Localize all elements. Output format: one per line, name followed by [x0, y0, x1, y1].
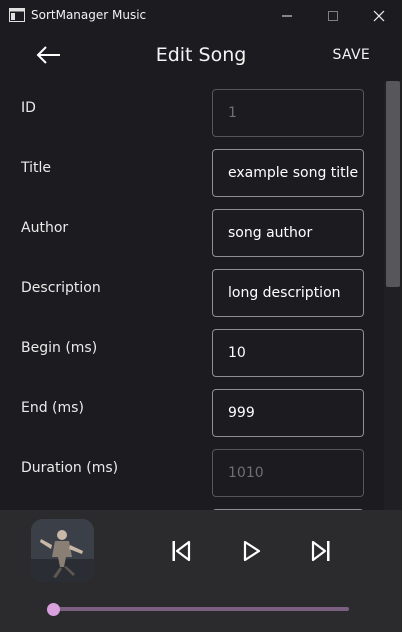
form-row-description: Description: [0, 261, 384, 317]
play-icon: [243, 540, 261, 562]
form-row-begin: Begin (ms): [0, 321, 384, 377]
title-field[interactable]: [212, 149, 364, 197]
form-row-id: ID: [0, 81, 384, 137]
previous-button[interactable]: [169, 538, 193, 564]
field-label: Title: [21, 160, 52, 176]
form-row-title: Title: [0, 141, 384, 197]
form-row-author: Author: [0, 201, 384, 257]
minimize-button[interactable]: [264, 0, 310, 31]
save-button[interactable]: SAVE: [333, 47, 370, 63]
close-button[interactable]: [356, 0, 402, 31]
field-label: Begin (ms): [21, 340, 98, 356]
field-label: End (ms): [21, 400, 84, 416]
app-bar: Edit Song SAVE: [0, 31, 402, 81]
seek-thumb[interactable]: [47, 603, 60, 616]
player-bar: [0, 510, 402, 632]
window-titlebar: SortManager Music: [0, 0, 402, 31]
maximize-icon: [328, 10, 338, 21]
skip-previous-icon: [172, 540, 191, 562]
description-field[interactable]: [212, 269, 364, 317]
window-title: SortManager Music: [31, 8, 147, 22]
id-field: [212, 89, 364, 137]
play-button[interactable]: [240, 538, 264, 564]
author-field[interactable]: [212, 209, 364, 257]
seek-track[interactable]: [53, 607, 349, 611]
close-icon: [373, 10, 385, 21]
field-label: Description: [21, 280, 101, 296]
begin-ms-field[interactable]: [212, 329, 364, 377]
duration-ms-field: [212, 449, 364, 497]
album-art[interactable]: [31, 519, 94, 582]
album-art-image: [31, 519, 94, 582]
form-row-partial: [0, 501, 384, 510]
form-row-duration: Duration (ms): [0, 441, 384, 497]
maximize-button[interactable]: [310, 0, 356, 31]
end-ms-field[interactable]: [212, 389, 364, 437]
minimize-icon: [282, 15, 292, 16]
next-button[interactable]: [309, 538, 333, 564]
field-label: Author: [21, 220, 69, 236]
app-window-icon: [9, 8, 25, 22]
field-label: ID: [21, 100, 36, 116]
field-label: Duration (ms): [21, 460, 119, 476]
edit-song-form: ID Title Author Description Begin (ms) E…: [0, 81, 384, 510]
scrollbar-thumb[interactable]: [386, 81, 400, 287]
form-row-end: End (ms): [0, 381, 384, 437]
skip-next-icon: [311, 540, 330, 562]
